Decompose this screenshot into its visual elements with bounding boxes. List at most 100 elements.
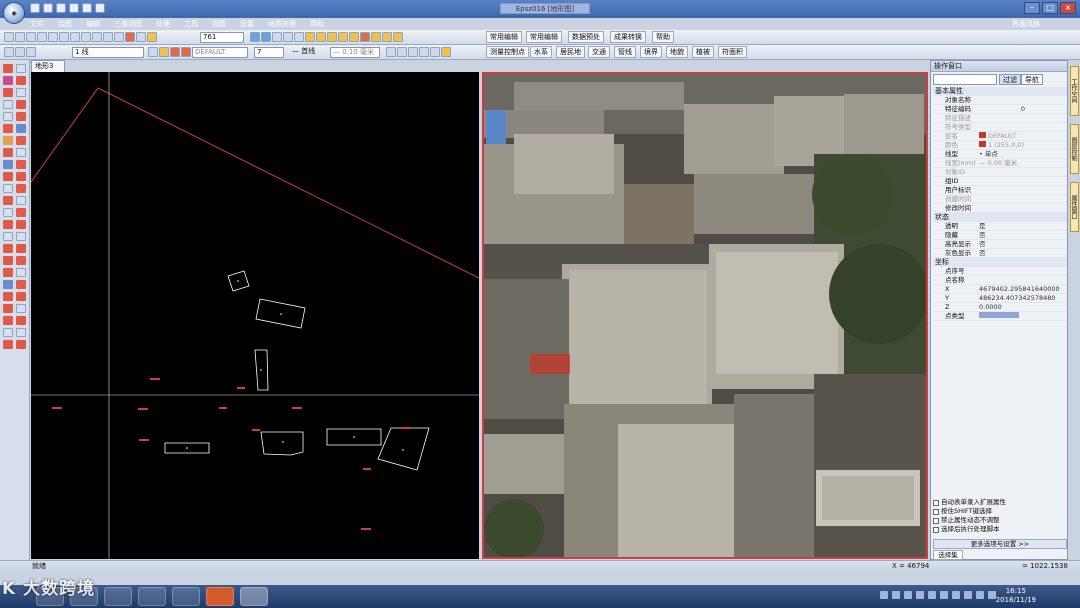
undo-tool-icon[interactable]	[4, 32, 14, 42]
paste-icon[interactable]	[48, 32, 58, 42]
tray-icon-5[interactable]	[928, 591, 936, 599]
move-tool-icon[interactable]	[16, 64, 26, 73]
menu-tools[interactable]: 工具	[184, 18, 198, 30]
vertex-tool-icon[interactable]	[16, 160, 26, 169]
topo-tool-icon[interactable]	[16, 280, 26, 289]
redraw-icon[interactable]	[125, 32, 135, 42]
explode-tool-icon[interactable]	[3, 340, 13, 349]
tool-d-icon[interactable]	[419, 47, 429, 57]
reverse-tool-icon[interactable]	[16, 184, 26, 193]
stretch-tool-icon[interactable]	[16, 88, 26, 97]
tab-vegetation[interactable]: 植被	[692, 46, 714, 58]
linewidth-select[interactable]: — 0.10 毫米	[330, 47, 380, 58]
tray-icon-9[interactable]	[976, 591, 984, 599]
trim-tool-icon[interactable]	[3, 244, 13, 253]
chamfer-tool-icon[interactable]	[16, 112, 26, 121]
align-tool-icon[interactable]	[16, 124, 26, 133]
redo-icon[interactable]	[95, 3, 105, 13]
tool-a-icon[interactable]	[386, 47, 396, 57]
tab-control-points[interactable]: 测量控制点	[486, 46, 529, 58]
tray-icon-6[interactable]	[940, 591, 948, 599]
new-icon[interactable]	[30, 3, 40, 13]
delete-icon[interactable]	[59, 32, 69, 42]
dim-tool-icon[interactable]	[16, 220, 26, 229]
zoom-out-icon[interactable]	[81, 32, 91, 42]
zoom-field[interactable]: 761	[200, 32, 244, 43]
tab-boundary[interactable]: 境界	[640, 46, 662, 58]
rotate-tool-icon[interactable]	[3, 268, 13, 277]
taskbar-app-3[interactable]	[104, 587, 132, 606]
print-icon[interactable]	[69, 3, 79, 13]
redo-tool-icon[interactable]	[15, 32, 25, 42]
zoom-extents-icon[interactable]	[114, 32, 124, 42]
layer-select[interactable]: DEFAULT	[192, 47, 248, 58]
tab-layer-control[interactable]: 图层控制	[1070, 124, 1079, 174]
code2-icon[interactable]	[15, 47, 25, 57]
bulb-icon[interactable]	[159, 47, 169, 57]
menu-edit[interactable]: 编辑	[86, 18, 100, 30]
layout2-icon[interactable]	[283, 32, 293, 42]
aerial-image-view[interactable]	[482, 72, 928, 559]
taskbar-clock[interactable]: 16:15 2018/11/19	[996, 587, 1036, 605]
point-tool-icon[interactable]	[3, 64, 13, 73]
tool-e-icon[interactable]	[430, 47, 440, 57]
pan-icon[interactable]	[103, 32, 113, 42]
minimize-button[interactable]: –	[1024, 2, 1040, 14]
tool-f-icon[interactable]	[441, 47, 451, 57]
tab-water[interactable]: 水系	[530, 46, 552, 58]
tool-c-icon[interactable]	[408, 47, 418, 57]
tray-icon-3[interactable]	[904, 591, 912, 599]
cut-icon[interactable]	[26, 32, 36, 42]
volume-tool-icon[interactable]	[16, 268, 26, 277]
divide-tool-icon[interactable]	[16, 136, 26, 145]
tab-data-preprocess[interactable]: 数据预处	[568, 31, 604, 43]
object-filter-select[interactable]	[933, 74, 997, 85]
image2-icon[interactable]	[371, 32, 381, 42]
tab-document[interactable]: 地形3	[31, 60, 65, 72]
tab-property-window[interactable]: 属性窗口	[1070, 182, 1079, 232]
navigate-button[interactable]: 导航	[1021, 74, 1043, 85]
polyline-tool-icon[interactable]	[3, 88, 13, 97]
menu-settings[interactable]: 设置	[240, 18, 254, 30]
image3-icon[interactable]	[382, 32, 392, 42]
measure-tool-icon[interactable]	[3, 184, 13, 193]
tray-icon-1[interactable]	[880, 591, 888, 599]
menu-process[interactable]: 处理	[156, 18, 170, 30]
break-tool-icon[interactable]	[3, 316, 13, 325]
layer-icon[interactable]	[148, 47, 158, 57]
zoom-window-icon[interactable]	[92, 32, 102, 42]
curve-tool-icon[interactable]	[3, 172, 13, 181]
tray-icon-2[interactable]	[892, 591, 900, 599]
code-icon[interactable]	[4, 47, 14, 57]
snap2-icon[interactable]	[316, 32, 326, 42]
smooth-tool-icon[interactable]	[16, 196, 26, 205]
close-button[interactable]: ×	[1060, 2, 1076, 14]
maximize-button[interactable]: □	[1042, 2, 1058, 14]
text-tool-icon[interactable]	[3, 136, 13, 145]
section-status[interactable]: 状态	[933, 213, 1067, 222]
taskbar-app-active[interactable]	[240, 587, 268, 606]
taskbar-app-4[interactable]	[138, 587, 166, 606]
image4-icon[interactable]	[393, 32, 403, 42]
contour-tool-icon[interactable]	[16, 232, 26, 241]
annotate-tool-icon[interactable]	[16, 208, 26, 217]
join-tool-icon[interactable]	[3, 328, 13, 337]
section-coordinates[interactable]: 坐标	[933, 258, 1067, 267]
layout3-icon[interactable]	[294, 32, 304, 42]
taskbar-app-6[interactable]	[206, 587, 234, 606]
point-type-buttons[interactable]	[979, 312, 1019, 318]
tab-landform[interactable]: 地貌	[666, 46, 688, 58]
layer-tool-icon[interactable]	[16, 304, 26, 313]
sun-icon[interactable]	[170, 47, 180, 57]
fillet-tool-icon[interactable]	[16, 100, 26, 109]
mirror-tool-icon[interactable]	[3, 292, 13, 301]
circle-tool-icon[interactable]	[3, 112, 13, 121]
line-code-select[interactable]: 1 线	[72, 47, 144, 58]
code3-icon[interactable]	[26, 47, 36, 57]
app-logo-icon[interactable]: ◉	[3, 2, 25, 24]
menu-3d[interactable]: 三维测图	[114, 18, 142, 30]
menu-geo[interactable]: 地质处理	[268, 18, 296, 30]
zoom-in-icon[interactable]	[70, 32, 80, 42]
tab-common-edit[interactable]: 常用编辑	[486, 31, 522, 43]
grid-icon[interactable]	[250, 32, 260, 42]
